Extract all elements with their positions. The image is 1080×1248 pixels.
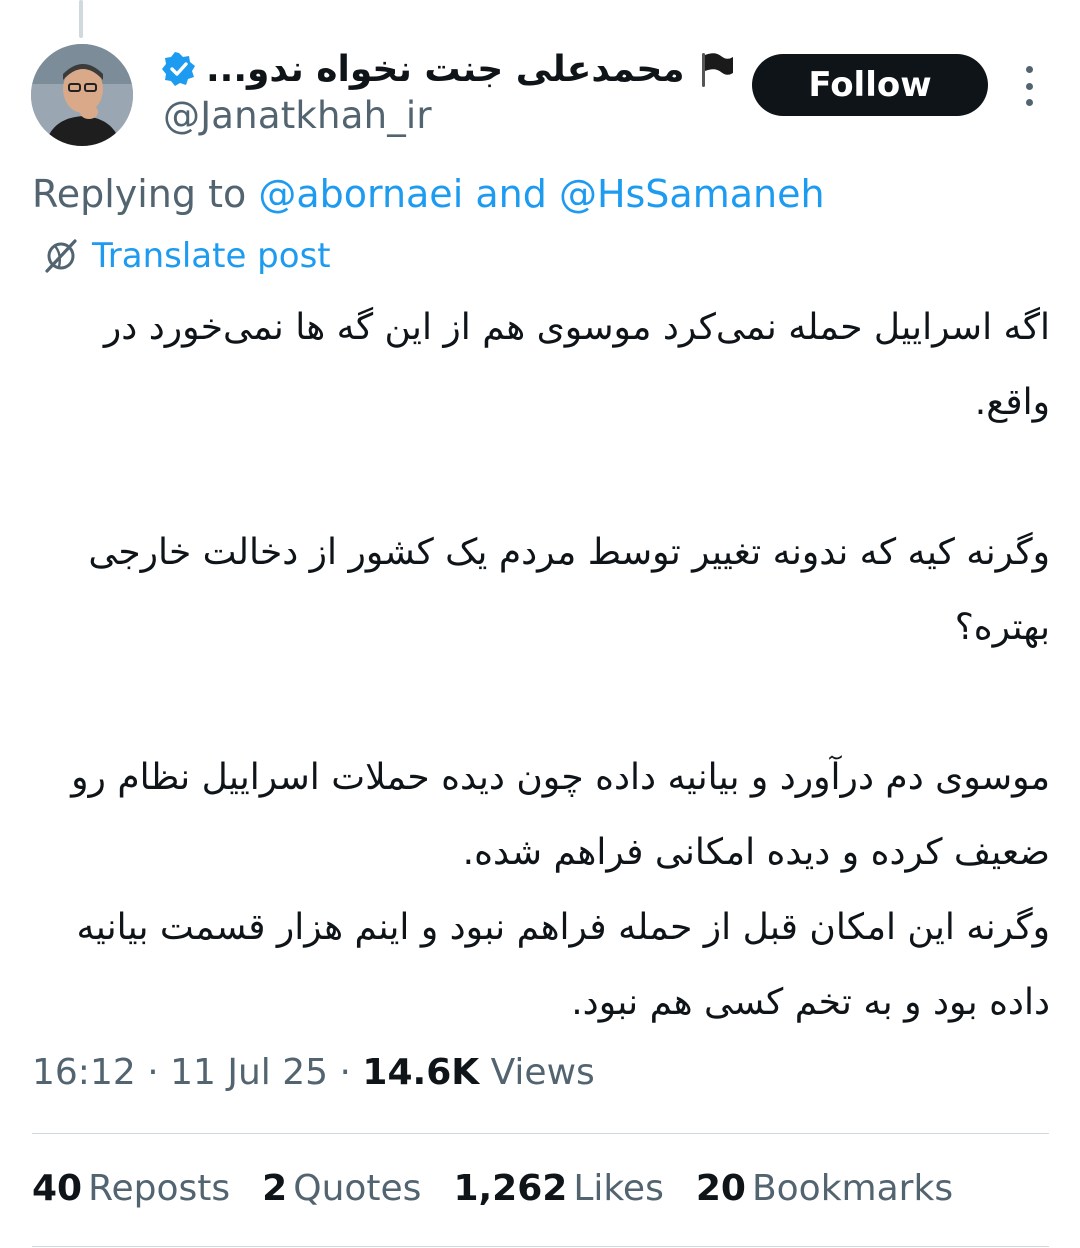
reposts-stat[interactable]: 40 Reposts [32,1168,230,1209]
reply-context: Replying to @abornaei and @HsSamaneh [32,172,825,216]
post-time[interactable]: 16:12 [32,1052,136,1093]
post-paragraph: وگرنه کیه که ندونه تغییر توسط مردم یک کش… [88,532,1050,648]
divider [32,1133,1049,1134]
user-handle[interactable]: @Janatkhah_ir [163,94,432,137]
likes-count: 1,262 [453,1168,568,1209]
views-label: Views [490,1052,595,1093]
bookmarks-label: Bookmarks [751,1168,954,1209]
reply-prefix: Replying to [32,172,247,216]
black-flag-icon [695,49,735,89]
views-count: 14.6K [362,1052,480,1093]
avatar[interactable] [31,44,133,146]
verified-badge-icon [162,52,196,86]
likes-label: Likes [573,1168,664,1209]
translate-post-label[interactable]: Translate post [92,236,331,276]
quotes-stat[interactable]: 2 Quotes [262,1168,421,1209]
divider [32,1246,1049,1247]
mention-link[interactable]: @HsSamaneh [559,172,825,216]
globe-slash-icon [42,237,80,275]
reply-joiner[interactable]: and [475,172,547,216]
post-paragraph: موسوی دم درآورد و بیانیه داده چون دیده ح… [71,757,1050,1023]
post-meta: 16:12 · 11 Jul 25 · 14.6K Views [32,1052,595,1093]
quotes-label: Quotes [293,1168,422,1209]
display-name[interactable]: محمدعلی جنت نخواه ندو... [206,49,685,90]
bookmarks-stat[interactable]: 20 Bookmarks [696,1168,953,1209]
thread-connector-line [79,0,83,38]
bookmarks-count: 20 [695,1168,746,1209]
meta-separator: · [339,1052,351,1093]
display-name-row[interactable]: محمدعلی جنت نخواه ندو... [162,46,735,92]
reposts-label: Reposts [88,1168,231,1209]
meta-separator: · [147,1052,159,1093]
quotes-count: 2 [262,1168,288,1209]
more-options-icon[interactable] [1015,62,1043,110]
post-text: اگه اسراییل حمله نمی‌کرد موسوی هم از این… [20,290,1050,1040]
reposts-count: 40 [32,1168,83,1209]
likes-stat[interactable]: 1,262 Likes [453,1168,663,1209]
post-date[interactable]: 11 Jul 25 [170,1052,328,1093]
translate-post-button[interactable]: Translate post [42,236,331,276]
post-paragraph: اگه اسراییل حمله نمی‌کرد موسوی هم از این… [103,307,1050,423]
mention-link[interactable]: @abornaei [258,172,463,216]
follow-button[interactable]: Follow [752,54,988,116]
engagement-stats: 40 Reposts 2 Quotes 1,262 Likes 20 Bookmarks [32,1168,953,1209]
